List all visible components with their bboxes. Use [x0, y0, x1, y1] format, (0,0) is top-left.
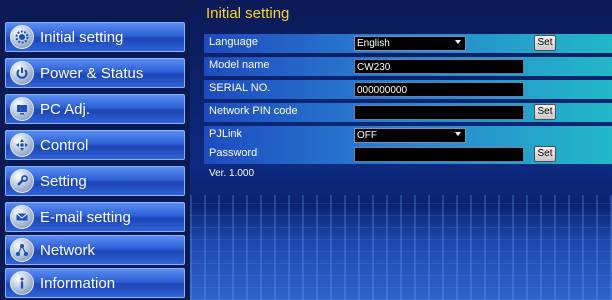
gear-icon — [10, 25, 34, 49]
nav-network-button[interactable]: Network — [5, 235, 185, 265]
serial-no-label: SERIAL NO. — [209, 82, 271, 94]
nav-label: Control — [40, 136, 89, 154]
serial-no-field: 000000000 — [354, 82, 524, 97]
language-value: English — [357, 38, 390, 49]
nav-information-button[interactable]: Information — [5, 268, 185, 298]
nav-label: Power & Status — [40, 64, 144, 82]
network-pin-row: Network PIN code Set — [204, 103, 612, 122]
nav-pc-adj-button[interactable]: PC Adj. — [5, 94, 185, 124]
password-input[interactable] — [354, 147, 524, 162]
info-icon — [10, 271, 34, 295]
nav-control-button[interactable]: Control — [5, 130, 185, 160]
network-icon — [10, 238, 34, 262]
nav-setting-button[interactable]: Setting — [5, 166, 185, 196]
version-label: Ver. 1.000 — [209, 168, 255, 179]
power-icon — [10, 61, 34, 85]
network-pin-label: Network PIN code — [209, 105, 298, 117]
network-pin-set-button[interactable]: Set — [534, 104, 556, 120]
pjlink-select[interactable]: OFF — [354, 128, 466, 143]
password-row: Password Set — [204, 145, 612, 164]
language-select[interactable]: English — [354, 36, 466, 51]
page-title: Initial setting — [206, 5, 290, 22]
password-label: Password — [209, 147, 258, 159]
serial-no-row: SERIAL NO. 000000000 — [204, 80, 612, 99]
model-name-label: Model name — [209, 59, 270, 71]
language-row: Language English Set — [204, 34, 612, 53]
model-name-field: CW230 — [354, 59, 524, 74]
network-pin-input[interactable] — [354, 105, 524, 120]
pjlink-value: OFF — [357, 130, 377, 141]
chevron-down-icon — [455, 40, 461, 44]
nav-label: Setting — [40, 172, 87, 190]
wrench-icon — [10, 169, 34, 193]
sidebar-nav: Initial setting Power & Status PC Adj. C… — [0, 0, 190, 300]
dpad-icon — [10, 133, 34, 157]
nav-initial-setting-button[interactable]: Initial setting — [5, 22, 185, 52]
language-set-button[interactable]: Set — [534, 35, 556, 51]
main-panel: Initial setting Language English Set Mod… — [190, 0, 612, 300]
nav-power-status-button[interactable]: Power & Status — [5, 58, 185, 88]
nav-label: Network — [40, 241, 96, 259]
nav-label: PC Adj. — [40, 100, 91, 118]
language-label: Language — [209, 36, 258, 48]
nav-label: E-mail setting — [40, 208, 131, 226]
nav-email-setting-button[interactable]: E-mail setting — [5, 202, 185, 232]
chevron-down-icon — [455, 132, 461, 136]
pjlink-row: PJLink OFF — [204, 126, 612, 145]
model-name-row: Model name CW230 — [204, 57, 612, 76]
nav-label: Information — [40, 274, 116, 292]
mail-icon — [10, 205, 34, 229]
password-set-button[interactable]: Set — [534, 146, 556, 162]
pjlink-label: PJLink — [209, 128, 243, 140]
nav-label: Initial setting — [40, 28, 124, 46]
settings-form: Language English Set Model name CW230 SE… — [204, 21, 612, 166]
monitor-icon — [10, 97, 34, 121]
